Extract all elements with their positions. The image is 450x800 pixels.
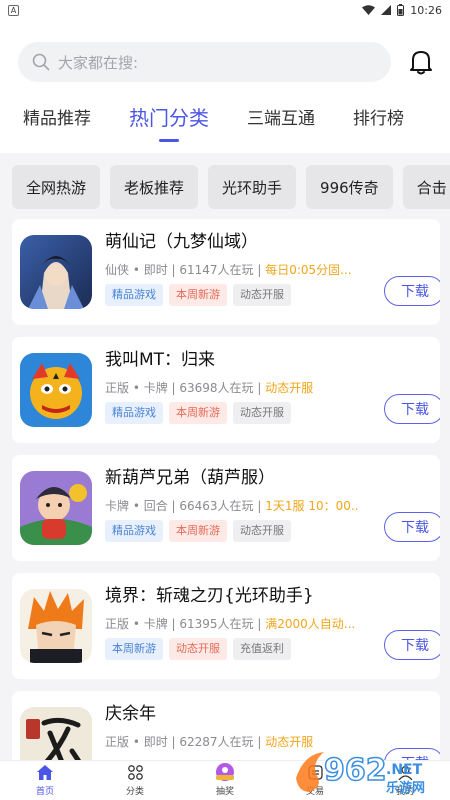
game-icon: [20, 589, 92, 663]
lottery-icon: [216, 763, 234, 781]
download-button[interactable]: 下载: [384, 512, 440, 542]
nav-label: 分类: [125, 787, 144, 797]
chip-996[interactable]: 996传奇: [306, 165, 393, 209]
tag: 本周新游: [169, 520, 227, 542]
game-meta-text: 仙侠 • 即时 | 61147人在玩 |: [105, 263, 266, 277]
filter-chips: 全网热游 老板推荐 光环助手 996传奇 合击: [0, 153, 450, 211]
download-button[interactable]: 下载: [384, 394, 440, 424]
game-card[interactable]: 境界：斩魂之刃{光环助手} 正版 • 卡牌 | 61395人在玩 | 满2000…: [12, 573, 440, 679]
game-meta: 正版 • 卡牌 | 63698人在玩 | 动态开服: [105, 379, 359, 396]
tag: 动态开服: [233, 402, 291, 424]
bell-icon: [410, 51, 432, 75]
game-info: 新葫芦兄弟（葫芦服） 卡牌 • 回合 | 66463人在玩 | 1天1服 10：…: [105, 455, 440, 561]
game-title: 庆余年: [105, 704, 156, 724]
game-card[interactable]: 我叫MT：归来 正版 • 卡牌 | 63698人在玩 | 动态开服 精品游戏 本…: [12, 337, 440, 443]
battery-icon: [397, 4, 405, 16]
tag: 本周新游: [105, 638, 163, 660]
download-button[interactable]: 下载: [384, 276, 440, 306]
tag: 本周新游: [169, 284, 227, 306]
tab-ranking[interactable]: 排行榜: [353, 104, 404, 129]
signal-icon: [381, 5, 392, 15]
tag: 本周新游: [169, 402, 227, 424]
game-meta-highlight: 动态开服: [265, 381, 314, 395]
status-bar: A 10:26: [0, 0, 450, 20]
tag: 精品游戏: [105, 402, 163, 424]
game-meta-highlight: 满2000人自动...: [265, 617, 356, 631]
game-meta-highlight: 每日0:05分固...: [265, 263, 352, 277]
game-meta: 仙侠 • 即时 | 61147人在玩 | 每日0:05分固...: [105, 261, 359, 278]
game-meta-highlight: 1天1服 10：00...: [265, 499, 359, 513]
download-button[interactable]: 下载: [384, 630, 440, 660]
watermark-suffix: .NET: [386, 762, 423, 778]
game-list: 萌仙记（九梦仙域） 仙侠 • 即时 | 61147人在玩 | 每日0:05分固.…: [0, 211, 450, 797]
search-input[interactable]: 大家都在搜:: [18, 42, 391, 82]
tag: 动态开服: [169, 638, 227, 660]
chip-boss-recommend[interactable]: 老板推荐: [110, 165, 199, 209]
watermark-logo: 962 .NET 乐游网: [296, 752, 425, 796]
header: 大家都在搜: 精品推荐 热门分类 三端互通 排行榜: [0, 20, 450, 153]
game-icon: [20, 353, 92, 427]
game-meta-text: 正版 • 卡牌 | 63698人在玩 |: [105, 381, 266, 395]
search-icon: [32, 53, 50, 71]
nav-home[interactable]: 首页: [0, 761, 90, 800]
game-meta: 正版 • 卡牌 | 61395人在玩 | 满2000人自动...: [105, 615, 359, 632]
game-meta-highlight: 动态开服: [265, 735, 314, 749]
home-icon: [37, 764, 53, 780]
game-card[interactable]: 萌仙记（九梦仙域） 仙侠 • 即时 | 61147人在玩 | 每日0:05分固.…: [12, 219, 440, 325]
game-info: 萌仙记（九梦仙域） 仙侠 • 即时 | 61147人在玩 | 每日0:05分固.…: [105, 219, 440, 325]
search-placeholder: 大家都在搜:: [58, 53, 139, 72]
grid-icon: [127, 764, 143, 780]
game-title: 我叫MT：归来: [105, 350, 216, 370]
tag: 动态开服: [233, 284, 291, 306]
watermark-sub: 乐游网: [386, 780, 425, 796]
game-card[interactable]: 新葫芦兄弟（葫芦服） 卡牌 • 回合 | 66463人在玩 | 1天1服 10：…: [12, 455, 440, 561]
wifi-icon: [362, 5, 376, 15]
category-tabs: 精品推荐 热门分类 三端互通 排行榜: [0, 104, 450, 153]
game-info: 境界：斩魂之刃{光环助手} 正版 • 卡牌 | 61395人在玩 | 满2000…: [105, 573, 440, 679]
game-meta: 卡牌 • 回合 | 66463人在玩 | 1天1服 10：00...: [105, 497, 359, 514]
game-meta-text: 卡牌 • 回合 | 66463人在玩 |: [105, 499, 266, 513]
game-icon: [20, 235, 92, 309]
game-icon: [20, 471, 92, 545]
chip-halo-helper[interactable]: 光环助手: [208, 165, 297, 209]
game-title: 萌仙记（九梦仙域）: [105, 232, 258, 252]
nav-category[interactable]: 分类: [90, 761, 180, 800]
tab-featured[interactable]: 精品推荐: [23, 104, 91, 129]
notification-button[interactable]: [408, 48, 434, 76]
tag: 充值返利: [233, 638, 291, 660]
chip-hot-games[interactable]: 全网热游: [12, 165, 101, 209]
tag: 动态开服: [233, 520, 291, 542]
status-icons: 10:26: [362, 4, 442, 17]
tag: 精品游戏: [105, 284, 163, 306]
tab-cross-platform[interactable]: 三端互通: [247, 104, 315, 129]
nav-lottery[interactable]: 抽奖: [180, 761, 270, 800]
chip-combo[interactable]: 合击: [402, 165, 450, 209]
game-title: 境界：斩魂之刃{光环助手}: [105, 586, 314, 606]
tab-hot-categories[interactable]: 热门分类: [129, 102, 209, 131]
search-row: 大家都在搜:: [0, 20, 450, 82]
notification-app-icon: A: [8, 4, 19, 16]
watermark-number: 962: [324, 753, 387, 788]
nav-label: 首页: [35, 787, 54, 797]
game-info: 我叫MT：归来 正版 • 卡牌 | 63698人在玩 | 动态开服 精品游戏 本…: [105, 337, 440, 443]
nav-label: 抽奖: [215, 787, 234, 797]
game-meta-text: 正版 • 卡牌 | 61395人在玩 |: [105, 617, 266, 631]
game-title: 新葫芦兄弟（葫芦服）: [105, 468, 275, 488]
game-meta-text: 正版 • 即时 | 62287人在玩 |: [105, 735, 266, 749]
clock: 10:26: [410, 3, 442, 17]
tag: 精品游戏: [105, 520, 163, 542]
